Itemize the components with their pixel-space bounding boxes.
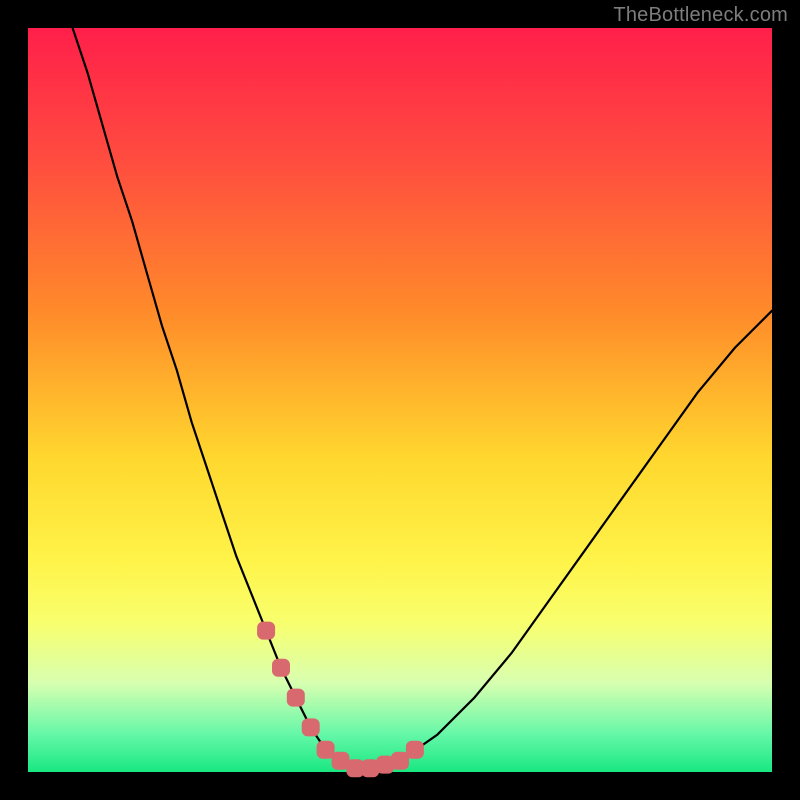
bottleneck-curve <box>73 28 772 768</box>
gradient-plot-area <box>28 28 772 772</box>
watermark-text: TheBottleneck.com <box>613 4 788 27</box>
curve-marker <box>272 659 290 677</box>
curve-marker <box>302 718 320 736</box>
curve-marker <box>257 622 275 640</box>
curve-marker <box>287 689 305 707</box>
marker-group <box>257 622 424 778</box>
curve-marker <box>406 741 424 759</box>
plot-svg <box>28 28 772 772</box>
